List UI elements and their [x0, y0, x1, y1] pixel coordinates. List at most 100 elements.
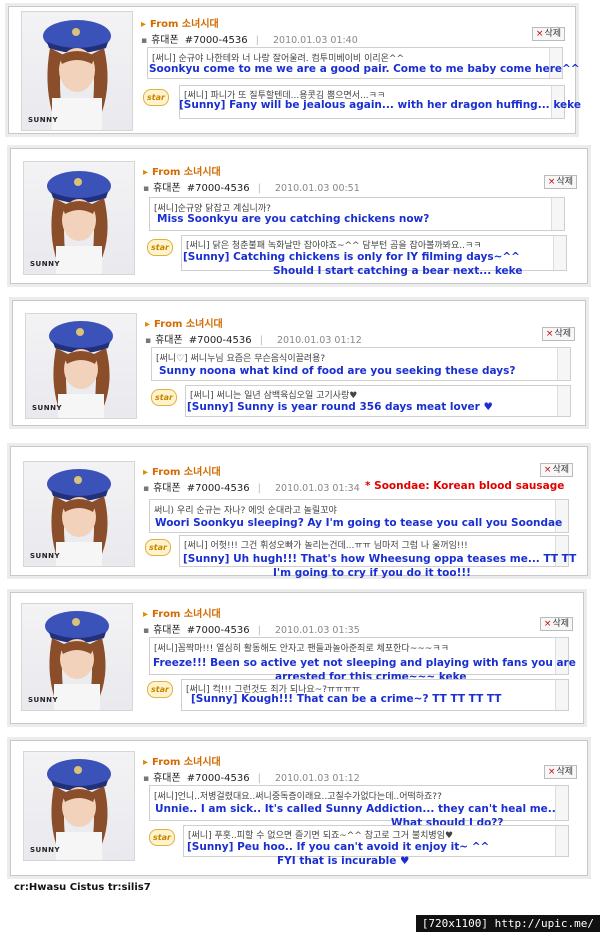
sunny-photo-illustration [47, 171, 111, 274]
meta-row: 휴대폰#7000-4536|2010.01.03 01:12 [145, 331, 362, 346]
sender-number: #7000-4536 [186, 773, 250, 784]
sender-number: #7000-4536 [184, 35, 248, 46]
sunny-logo: SUNNY [28, 696, 59, 704]
from-label: ▸ From 소녀시대 [145, 319, 223, 330]
phone-label: 휴대폰 [143, 183, 181, 194]
delete-button[interactable]: 삭제 [543, 175, 577, 189]
reply-korean: [써니] 푸훗..피할 수 없으면 즐기면 되죠~^^ 참고로 그거 불치병임♥ [188, 831, 454, 841]
footnote: * Soondae: Korean blood sausage [365, 480, 565, 492]
reply-translation: [Sunny] Fany will be jealous again... wi… [179, 99, 581, 111]
star-badge: star [145, 539, 171, 556]
post-card: SUNNY ▸From 소녀시대 휴대폰#7000-4536|2010.01.0… [10, 740, 588, 876]
sunny-logo: SUNNY [30, 552, 61, 560]
meta-row: 휴대폰#7000-4536|2010.01.03 01:34 [143, 479, 360, 494]
reply-korean: [써니] 써니는 일년 삼백육십오일 고기사랑♥ [190, 391, 358, 401]
reply-translation: [Sunny] Catching chickens is only for IY… [183, 251, 520, 263]
message-box: [써니]꼼짝마!!! 열심히 활동해도 안자고 팬들과놀아준죄로 체포한다~~~… [149, 637, 569, 675]
arrow-icon: ▸ [143, 467, 149, 478]
message-translation: Sunny noona what kind of food are you se… [159, 365, 516, 377]
delete-button[interactable]: 삭제 [539, 463, 573, 477]
post-date: 2010.01.03 00:51 [274, 183, 360, 194]
reply-translation: I'm going to cry if you do it too!!! [273, 567, 471, 579]
message-translation: Woori Soonkyu sleeping? Ay I'm going to … [155, 517, 563, 529]
arrow-icon: ▸ [145, 319, 151, 330]
phone-label: 휴대폰 [143, 625, 181, 636]
profile-photo: SUNNY [25, 313, 137, 419]
message-korean: [써니♡] 써니누님 요즘은 무슨음식이끌려용? [156, 354, 326, 364]
delete-button[interactable]: 삭제 [543, 765, 577, 779]
sunny-photo-illustration [47, 469, 111, 566]
post-card: SUNNY ▸From 소녀시대 휴대폰#7000-4536|2010.01.0… [10, 148, 588, 284]
scrollbar[interactable] [555, 680, 568, 710]
sunny-photo-illustration [45, 611, 109, 710]
image-size-footer: [720x1100] http://upic.me/ [415, 915, 600, 932]
from-label: ▸ From 소녀시대 [141, 19, 219, 30]
message-translation: Soonkyu come to me we are a good pair. C… [149, 63, 580, 75]
post-card: SUNNY ▸From 소녀시대 휴대폰#7000-4536|2010.01.0… [8, 6, 581, 134]
reply-korean: [써니] 어헛!!! 그건 휘성오빠가 놀리는건데...ㅠㅠ 님마저 그럼 나 … [184, 541, 468, 551]
message-translation: Freeze!!! Been so active yet not sleepin… [153, 657, 576, 669]
reply-translation: [Sunny] Sunny is year round 356 days mea… [187, 401, 493, 413]
scrollbar[interactable] [551, 198, 564, 230]
sunny-logo: SUNNY [28, 116, 59, 124]
message-translation: Unnie.. I am sick.. It's called Sunny Ad… [155, 803, 556, 815]
phone-label: 휴대폰 [143, 773, 181, 784]
star-badge: star [147, 681, 173, 698]
from-label: ▸ From 소녀시대 [143, 757, 221, 768]
scrollbar[interactable] [555, 826, 568, 856]
message-korean: [써니]꼼짝마!!! 열심히 활동해도 안자고 팬들과놀아준죄로 체포한다~~~… [154, 644, 449, 654]
message-korean: [써니]언니..저병걸렸대요..써니중독증이래요..고칠수가없다는데..어떡하죠… [154, 792, 442, 802]
message-korean: 써니) 우리 순규는 자나? 에잇 순대라고 놀릴꼬야 [154, 506, 337, 516]
reply-translation: Should I start catching a bear next... k… [273, 265, 523, 277]
sender-number: #7000-4536 [186, 183, 250, 194]
arrow-icon: ▸ [143, 757, 149, 768]
reply-translation: [Sunny] Kough!!! That can be a crime~? T… [191, 693, 502, 705]
star-badge: star [149, 829, 175, 846]
reply-korean: [써니] 닭은 청춘불패 녹화날만 잡아야죠~^^ 담부턴 곰을 잡아볼까봐요.… [186, 241, 482, 251]
star-badge: star [151, 389, 177, 406]
star-badge: star [147, 239, 173, 256]
sender-number: #7000-4536 [188, 335, 252, 346]
sunny-logo: SUNNY [32, 404, 63, 412]
from-label: ▸ From 소녀시대 [143, 167, 221, 178]
phone-label: 휴대폰 [141, 35, 179, 46]
sender-number: #7000-4536 [186, 625, 250, 636]
scrollbar[interactable] [555, 786, 568, 820]
delete-button[interactable]: 삭제 [541, 327, 575, 341]
post-date: 2010.01.03 01:34 [274, 483, 360, 494]
reply-translation: FYI that is incurable ♥ [277, 855, 410, 867]
scrollbar[interactable] [557, 386, 570, 416]
phone-label: 휴대폰 [145, 335, 183, 346]
meta-row: 휴대폰#7000-4536|2010.01.03 01:35 [143, 621, 360, 636]
message-translation: Miss Soonkyu are you catching chickens n… [157, 213, 430, 225]
reply-translation: [Sunny] Uh hugh!!! That's how Wheesung o… [183, 553, 577, 565]
arrow-icon: ▸ [143, 609, 149, 620]
meta-row: 휴대폰#7000-4536|2010.01.03 00:51 [143, 179, 360, 194]
from-label: ▸ From 소녀시대 [143, 467, 221, 478]
arrow-icon: ▸ [143, 167, 149, 178]
meta-row: 휴대폰#7000-4536|2010.01.03 01:40 [141, 31, 358, 46]
meta-row: 휴대폰#7000-4536|2010.01.03 01:12 [143, 769, 360, 784]
star-badge: star [143, 89, 169, 106]
sunny-logo: SUNNY [30, 260, 61, 268]
profile-photo: SUNNY [23, 461, 135, 567]
post-date: 2010.01.03 01:40 [272, 35, 358, 46]
profile-photo: SUNNY [21, 603, 133, 711]
delete-button[interactable]: 삭제 [531, 27, 565, 41]
sunny-logo: SUNNY [30, 846, 61, 854]
from-label: ▸ From 소녀시대 [143, 609, 221, 620]
delete-button[interactable]: 삭제 [539, 617, 573, 631]
reply-translation: [Sunny] Peu hoo.. If you can't avoid it … [187, 841, 490, 853]
profile-photo: SUNNY [21, 11, 133, 131]
credit-text: cr:Hwasu Cistus tr:silis7 [14, 882, 151, 893]
post-date: 2010.01.03 01:12 [274, 773, 360, 784]
post-card: SUNNY ▸From 소녀시대 휴대폰#7000-4536|2010.01.0… [12, 300, 586, 426]
sunny-photo-illustration [47, 759, 111, 860]
sender-number: #7000-4536 [186, 483, 250, 494]
post-date: 2010.01.03 01:35 [274, 625, 360, 636]
scrollbar[interactable] [557, 348, 570, 380]
post-card: SUNNY ▸From 소녀시대 휴대폰#7000-4536|2010.01.0… [10, 446, 588, 579]
profile-photo: SUNNY [23, 751, 135, 861]
arrow-icon: ▸ [141, 19, 147, 30]
scrollbar[interactable] [553, 236, 566, 270]
